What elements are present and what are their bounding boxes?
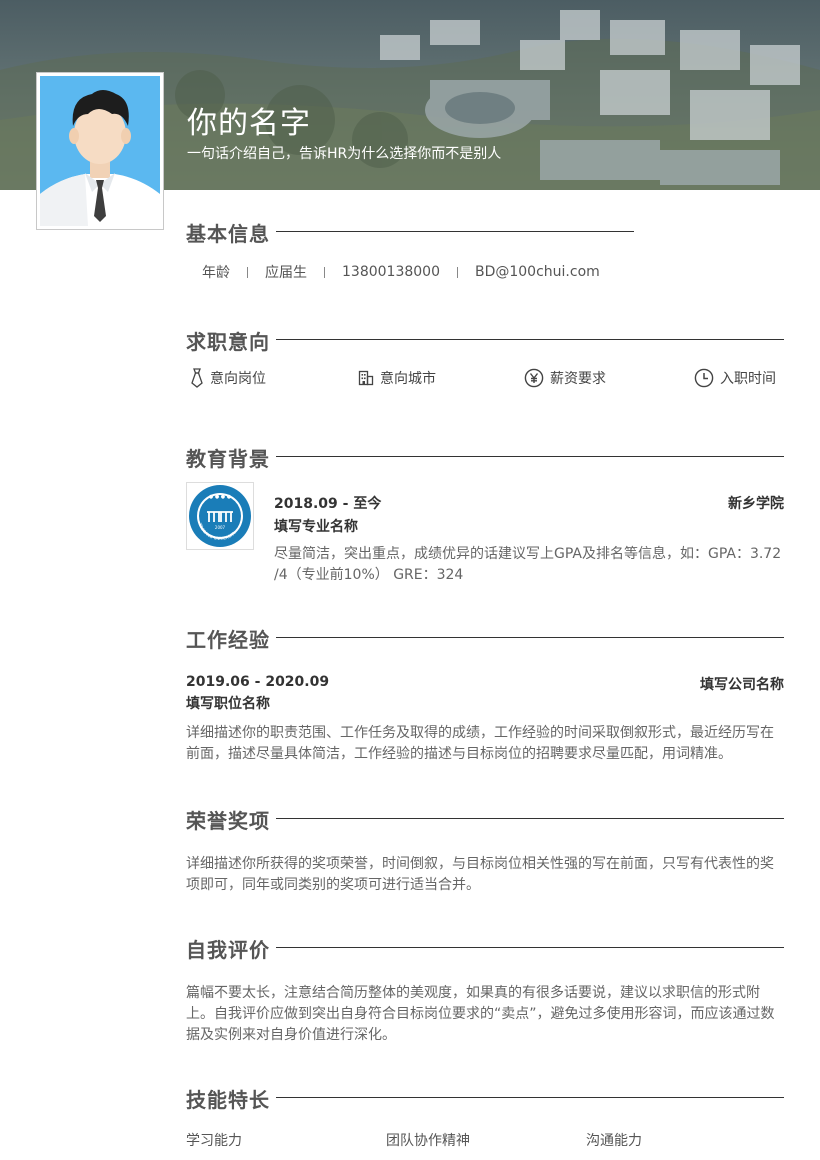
section-title: 工作经验 [186, 628, 270, 652]
yen-icon [524, 368, 544, 388]
intent-position: 意向岗位 [190, 368, 266, 388]
intent-city: 意向城市 [358, 368, 436, 388]
skill-item: 学习能力 [186, 1133, 242, 1149]
section-divider [276, 818, 784, 819]
svg-text:● ● ● ●: ● ● ● ● [209, 494, 232, 500]
section-title: 自我评价 [186, 938, 270, 962]
logo-year: 2007 [215, 525, 226, 530]
avatar-illustration [40, 76, 160, 226]
section-title: 基本信息 [186, 222, 270, 246]
company-name: 填写公司名称 [700, 677, 784, 693]
section-self-evaluation: 自我评价 篇幅不要太长，注意结合简历整体的美观度，如果真的有很多话要说，建议以求… [186, 934, 784, 1043]
major-name: 填写专业名称 [274, 519, 358, 535]
building-icon [358, 370, 374, 386]
section-honors: 荣誉奖项 详细描述你所获得的奖项荣誉，时间倒叙，与目标岗位相关性强的写在前面，只… [186, 805, 784, 893]
school-name: 新乡学院 [728, 496, 784, 512]
tie-icon [191, 368, 203, 388]
section-divider [276, 339, 784, 340]
intent-label: 意向城市 [380, 371, 436, 387]
section-divider [276, 1097, 784, 1098]
section-title: 教育背景 [186, 447, 270, 471]
section-divider [276, 947, 784, 948]
self-evaluation-description: 篇幅不要太长，注意结合简历整体的美观度，如果真的有很多话要说，建议以求职信的形式… [186, 985, 775, 1043]
section-title: 荣誉奖项 [186, 809, 270, 833]
intent-label: 入职时间 [720, 371, 776, 387]
clock-icon [694, 368, 714, 388]
separator [247, 266, 248, 278]
skill-item: 团队协作精神 [386, 1133, 470, 1149]
section-divider [276, 637, 784, 638]
candidate-name: 你的名字 [187, 106, 311, 141]
university-seal-icon: 2007 XINXIANG UNIVERSITY ● ● ● ● [189, 485, 251, 547]
section-title: 技能特长 [186, 1088, 270, 1112]
section-work-experience: 工作经验 2019.06 - 2020.09 填写公司名称 填写职位名称 详细描… [186, 624, 784, 762]
section-title: 求职意向 [186, 330, 270, 354]
education-description: 尽量简洁，突出重点，成绩优异的话建议写上GPA及排名等信息，如：GPA：3.72… [274, 546, 782, 583]
email-field: BD@100chui.com [474, 264, 600, 280]
skill-item: 沟通能力 [586, 1133, 642, 1149]
intent-salary: 薪资要求 [524, 368, 606, 388]
intent-label: 薪资要求 [550, 371, 606, 387]
phone-field: 13800138000 [342, 264, 440, 280]
position-name: 填写职位名称 [186, 696, 270, 712]
basic-info-row: 年龄 应届生 13800138000 BD@100chui.com [202, 262, 600, 282]
section-skills: 技能特长 学习能力 团队协作精神 沟通能力 [186, 1084, 784, 1149]
honors-description: 详细描述你所获得的奖项荣誉，时间倒叙，与目标岗位相关性强的写在前面，只写有代表性… [186, 856, 774, 893]
section-divider [276, 456, 784, 457]
section-divider [276, 231, 634, 232]
work-date: 2019.06 - 2020.09 [186, 674, 330, 690]
avatar [36, 72, 164, 230]
section-education: 教育背景 2007 XINXIANG UNIVERSITY ● ● ● ● 20… [186, 443, 784, 593]
candidate-tagline: 一句话介绍自己，告诉HR为什么选择你而不是别人 [187, 146, 502, 162]
separator [456, 266, 458, 278]
separator [324, 266, 325, 278]
school-logo: 2007 XINXIANG UNIVERSITY ● ● ● ● [186, 482, 254, 550]
work-description: 详细描述你的职责范围、工作任务及取得的成绩，工作经验的时间采取倒叙形式，最近经历… [186, 725, 774, 762]
section-job-intent: 求职意向 意向岗位 意向城市 薪资要求 入职时间 [186, 326, 784, 388]
status-field: 应届生 [265, 265, 307, 281]
intent-start-date: 入职时间 [694, 368, 776, 388]
section-basic-info: 基本信息 年龄 应届生 13800138000 BD@100chui.com [186, 218, 634, 281]
age-field: 年龄 [202, 265, 230, 281]
intent-label: 意向岗位 [210, 371, 266, 387]
education-date: 2018.09 - 至今 [274, 496, 382, 512]
